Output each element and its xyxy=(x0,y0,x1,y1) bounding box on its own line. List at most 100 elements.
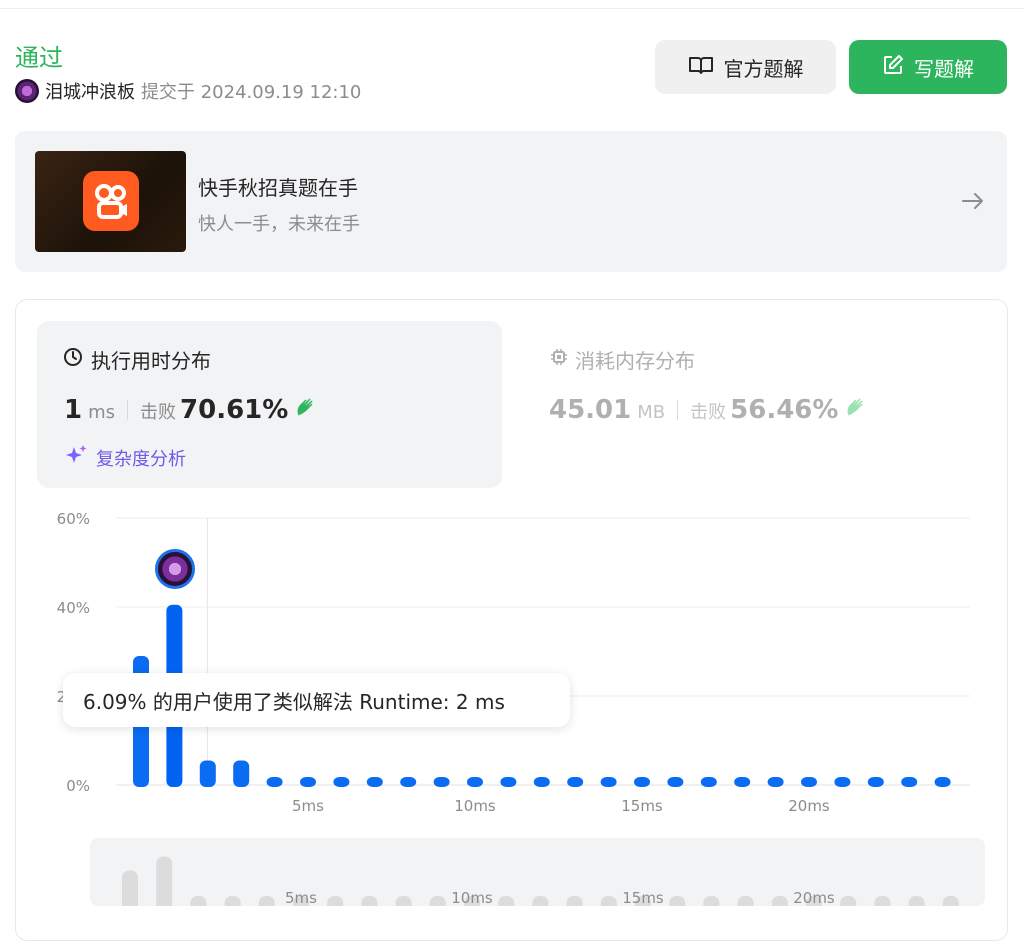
book-icon xyxy=(688,55,724,80)
submission-meta: 泪城冲浪板 提交于 2024.09.19 12:10 xyxy=(15,78,361,104)
official-solution-label: 官方题解 xyxy=(723,56,804,81)
memory-tab[interactable]: 消耗内存分布 xyxy=(549,345,695,374)
navigator-bar xyxy=(737,896,754,906)
runtime-values: 1 ms 击败 70.61% xyxy=(64,395,318,425)
runtime-unit: ms xyxy=(88,402,116,423)
chart-bar[interactable] xyxy=(467,777,483,787)
complexity-analysis-label: 复杂度分析 xyxy=(96,448,186,470)
navigator-bar xyxy=(429,896,446,906)
y-tick-label: 60% xyxy=(57,510,90,528)
chart-range-navigator[interactable]: 5ms 10ms 15ms 20ms xyxy=(90,838,985,906)
kuaishou-logo-icon xyxy=(83,171,139,231)
x-tick-label: 20ms xyxy=(788,797,830,815)
navigator-bar xyxy=(224,896,241,906)
navigator-bar xyxy=(669,896,686,906)
memory-values: 45.01 MB 击败 56.46% xyxy=(549,395,868,425)
navigator-bar xyxy=(942,896,959,906)
chart-bar[interactable] xyxy=(199,760,216,787)
runtime-title: 执行用时分布 xyxy=(63,345,211,374)
chart-bar[interactable] xyxy=(300,777,316,787)
submission-status: 通过 xyxy=(15,44,63,72)
complexity-analysis-link[interactable]: 复杂度分析 xyxy=(64,443,186,472)
chart-bar[interactable] xyxy=(667,777,684,787)
chart-bar[interactable] xyxy=(333,777,350,787)
memory-title-label: 消耗内存分布 xyxy=(575,349,695,373)
chart-bar[interactable] xyxy=(700,777,717,787)
memory-value: 45.01 xyxy=(549,395,632,425)
banner-title: 快手秋招真题在手 xyxy=(198,176,358,200)
chart-bar[interactable] xyxy=(366,777,383,787)
memory-beat-value: 56.46% xyxy=(730,395,839,425)
x-tick-label: 15ms xyxy=(621,797,663,815)
chart-bar[interactable] xyxy=(901,777,918,787)
navigator-bar xyxy=(395,896,412,906)
chart-bar[interactable] xyxy=(801,777,817,787)
chart-bar[interactable] xyxy=(400,777,417,787)
navigator-bar xyxy=(361,896,378,906)
navigator-bar xyxy=(258,896,275,906)
chart-bar[interactable] xyxy=(734,777,751,787)
navigator-x-tick-label: 15ms xyxy=(622,889,664,906)
runtime-beat-value: 70.61% xyxy=(180,395,289,425)
navigator-bar xyxy=(703,896,720,906)
navigator-bar xyxy=(566,896,583,906)
clap-icon xyxy=(844,396,868,424)
write-solution-button[interactable]: 写题解 xyxy=(849,40,1007,94)
username[interactable]: 泪城冲浪板 xyxy=(45,78,135,104)
chip-icon xyxy=(549,347,575,372)
official-solution-button[interactable]: 官方题解 xyxy=(655,40,836,94)
write-solution-label: 写题解 xyxy=(914,56,974,81)
chart-tooltip: 6.09% 的用户使用了类似解法 Runtime: 2 ms xyxy=(63,673,570,727)
navigator-bar xyxy=(600,896,617,906)
navigator-x-tick-label: 5ms xyxy=(285,889,317,906)
chart-bar[interactable] xyxy=(500,777,517,787)
navigator-bar xyxy=(874,896,891,906)
clock-icon xyxy=(63,347,91,372)
memory-unit: MB xyxy=(637,402,666,423)
navigator-bar xyxy=(532,896,549,906)
chart-bar[interactable] xyxy=(567,777,584,787)
tooltip-text: 6.09% 的用户使用了类似解法 Runtime: 2 ms xyxy=(83,689,505,714)
submitted-time: 提交于 2024.09.19 12:10 xyxy=(141,82,362,103)
chart-bar[interactable] xyxy=(767,777,784,787)
chart-bar[interactable] xyxy=(934,777,951,787)
sparkle-icon xyxy=(64,443,96,472)
navigator-chart: 5ms 10ms 15ms 20ms xyxy=(122,856,959,906)
navigator-x-tick-label: 20ms xyxy=(793,889,835,906)
chart-bar[interactable] xyxy=(867,777,884,787)
x-tick-label: 5ms xyxy=(292,797,324,815)
avatar[interactable] xyxy=(15,79,39,103)
divider xyxy=(127,400,129,420)
navigator-bar xyxy=(840,896,857,906)
divider xyxy=(677,400,679,420)
y-tick-label: 40% xyxy=(57,599,90,617)
navigator-x-tick-label: 10ms xyxy=(451,889,493,906)
banner-subtitle: 快人一手，未来在手 xyxy=(198,214,360,235)
arrow-right-icon[interactable] xyxy=(960,188,986,218)
x-tick-label: 10ms xyxy=(454,797,496,815)
navigator-bar xyxy=(156,856,173,906)
edit-icon xyxy=(882,54,914,81)
runtime-beat-label: 击败 xyxy=(140,402,177,423)
chart-bar[interactable] xyxy=(634,777,650,787)
banner-image xyxy=(35,151,186,252)
chart-bar[interactable] xyxy=(834,777,851,787)
navigator-bar xyxy=(908,896,925,906)
runtime-value: 1 xyxy=(64,395,83,425)
user-position-avatar[interactable] xyxy=(155,549,195,589)
runtime-title-label: 执行用时分布 xyxy=(91,349,211,373)
clap-icon xyxy=(294,396,318,424)
navigator-bar xyxy=(771,896,788,906)
memory-beat-label: 击败 xyxy=(690,402,727,423)
chart-bar[interactable] xyxy=(533,777,550,787)
top-divider xyxy=(0,8,1024,9)
chart-bar[interactable] xyxy=(266,777,283,787)
navigator-bar xyxy=(190,896,207,906)
y-tick-label: 0% xyxy=(66,777,90,795)
chart-bar[interactable] xyxy=(233,760,250,787)
navigator-bar xyxy=(327,896,344,906)
navigator-bar xyxy=(498,896,515,906)
chart-bar[interactable] xyxy=(600,777,617,787)
promo-banner[interactable] xyxy=(15,131,1007,272)
chart-bar[interactable] xyxy=(433,777,450,787)
